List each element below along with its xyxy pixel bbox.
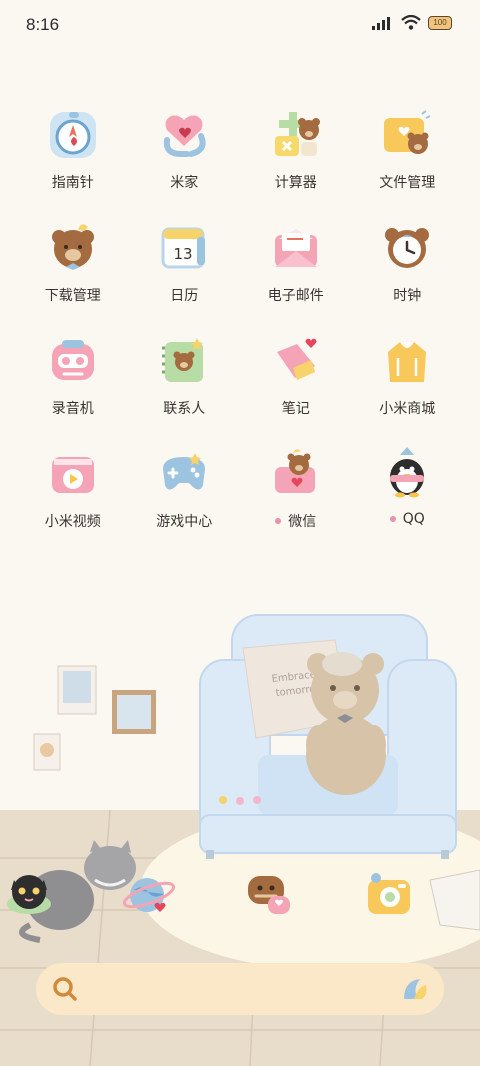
- messages-icon: [248, 876, 290, 914]
- calendar-icon: 13: [161, 227, 206, 269]
- wifi-icon: [401, 15, 421, 30]
- app-game-center[interactable]: 游戏中心: [129, 445, 241, 558]
- dock-app-browser[interactable]: [120, 860, 240, 940]
- app-label: 联系人: [163, 401, 206, 417]
- status-time: 8:16: [26, 15, 60, 34]
- app-label: 笔记: [281, 401, 310, 417]
- app-label: 时钟: [393, 288, 422, 304]
- app-email[interactable]: 电子邮件: [240, 219, 352, 332]
- app-qq[interactable]: QQ: [352, 445, 464, 558]
- calculator-icon: [274, 112, 320, 156]
- notes-icon: [276, 338, 317, 380]
- mi-store-icon: [388, 342, 427, 382]
- app-label: 文件管理: [379, 175, 436, 191]
- game-center-icon: [163, 453, 206, 490]
- app-calculator[interactable]: 计算器: [240, 106, 352, 219]
- app-wechat[interactable]: 微信: [240, 445, 352, 558]
- app-notes[interactable]: 笔记: [240, 332, 352, 445]
- clock-icon: [385, 228, 430, 268]
- battery-icon: 100: [428, 15, 452, 30]
- app-grid: 指南针 米家 计算器 文件管理 下载管理 13 日历 电子邮件 时钟 录音机 联…: [17, 106, 463, 558]
- dock-app-phone[interactable]: [0, 860, 120, 940]
- status-icons: 100: [372, 15, 452, 30]
- email-icon: [274, 229, 317, 267]
- compass-icon: [49, 112, 96, 158]
- app-downloads[interactable]: 下载管理: [17, 219, 129, 332]
- dock: [0, 860, 480, 940]
- app-label: QQ: [402, 511, 425, 527]
- contacts-icon: [162, 338, 204, 382]
- app-label: 录音机: [51, 401, 94, 417]
- dock-app-camera[interactable]: [360, 860, 480, 940]
- browser-icon: [122, 878, 176, 912]
- mi-video-icon: [51, 457, 94, 493]
- status-bar: 8:16 100: [0, 0, 480, 50]
- app-file-manager[interactable]: 文件管理: [352, 106, 464, 219]
- app-mi-home[interactable]: 米家: [129, 106, 241, 219]
- qq-icon: [390, 447, 425, 498]
- app-label: 微信: [288, 514, 317, 530]
- app-calendar[interactable]: 13 日历: [129, 219, 241, 332]
- app-label: 日历: [170, 288, 199, 304]
- camera-icon: [368, 873, 410, 914]
- app-mi-store[interactable]: 小米商城: [352, 332, 464, 445]
- mi-home-icon: [164, 115, 206, 157]
- recorder-icon: [51, 340, 94, 380]
- phone-icon: [7, 875, 51, 914]
- search-icon: [53, 977, 77, 1001]
- calendar-day: 13: [174, 245, 193, 263]
- app-label: 米家: [170, 175, 199, 191]
- app-label: 计算器: [274, 175, 317, 191]
- signal-icon: [372, 16, 390, 30]
- wall-photo-3: [33, 733, 61, 771]
- app-mi-video[interactable]: 小米视频: [17, 445, 129, 558]
- app-clock[interactable]: 时钟: [352, 219, 464, 332]
- wall-photo-2: [112, 690, 156, 734]
- assistant-icon[interactable]: [400, 975, 430, 1003]
- downloads-icon: [51, 224, 94, 270]
- app-label: 游戏中心: [156, 514, 213, 530]
- app-contacts[interactable]: 联系人: [129, 332, 241, 445]
- unread-dot: [275, 518, 282, 524]
- wall-photo-1: [57, 665, 97, 715]
- app-label: 小米视频: [44, 514, 101, 530]
- file-manager-icon: [384, 110, 431, 154]
- dock-app-messages[interactable]: [240, 860, 360, 940]
- wechat-icon: [274, 449, 315, 493]
- app-label: 小米商城: [379, 401, 436, 417]
- app-label: 下载管理: [44, 288, 101, 304]
- app-compass[interactable]: 指南针: [17, 106, 129, 219]
- app-label: 指南针: [51, 175, 94, 191]
- unread-dot: [389, 516, 396, 522]
- app-label: 电子邮件: [267, 288, 324, 304]
- app-recorder[interactable]: 录音机: [17, 332, 129, 445]
- search-bar[interactable]: [36, 963, 444, 1015]
